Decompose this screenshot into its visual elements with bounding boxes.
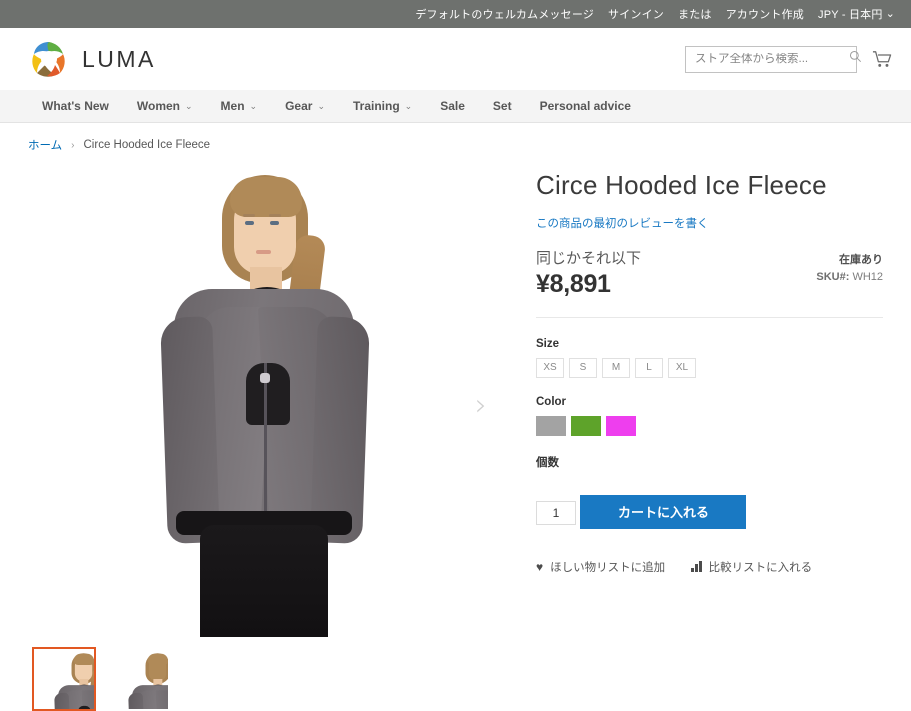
bar-chart-icon: [691, 561, 702, 573]
sku-label: SKU#:: [816, 270, 850, 283]
product-info: Circe Hooded Ice Fleece この商品の最初のレビューを書く …: [526, 167, 883, 711]
welcome-message: デフォルトのウェルカムメッセージ: [415, 9, 594, 21]
nav-item-training[interactable]: Training ⌄: [339, 90, 426, 123]
nav-item-personal-advice[interactable]: Personal advice: [526, 90, 645, 123]
nav-label: Men: [220, 99, 245, 113]
sku-value: WH12: [852, 270, 883, 283]
nav-label: Personal advice: [539, 99, 631, 113]
add-to-cart-button[interactable]: カートに入れる: [580, 494, 747, 529]
breadcrumb-home-link[interactable]: ホーム: [28, 137, 62, 153]
breadcrumb-divider: ›: [71, 139, 75, 151]
availability-block: 在庫あり SKU#: WH12: [816, 247, 883, 283]
size-option-l[interactable]: L: [635, 357, 663, 378]
size-swatch-group: XS S M L XL: [536, 357, 883, 378]
product-page-main: › Circe Hooded Ice Fleece この商品の最初のレビューを書…: [0, 153, 911, 711]
nav-item-women[interactable]: Women ⌄: [123, 90, 207, 123]
header-actions: [685, 45, 895, 73]
currency-switcher[interactable]: JPY - 日本円 ⌄: [818, 6, 895, 22]
nav-item-sale[interactable]: Sale: [426, 90, 479, 123]
nav-label: Women: [136, 99, 180, 113]
secondary-actions: ♥ ほしい物リストに追加 比較リストに入れる: [536, 559, 883, 575]
nav-label: Training: [353, 99, 400, 113]
price-label: 同じかそれ以下: [536, 249, 642, 267]
create-account-link[interactable]: アカウント作成: [726, 6, 804, 22]
product-photo-model: [138, 167, 388, 637]
size-option-m[interactable]: M: [602, 357, 630, 378]
nav-label: What's New: [42, 99, 109, 113]
color-option-gray[interactable]: [536, 415, 566, 436]
price-row: 同じかそれ以下 ¥8,891 在庫あり SKU#: WH12: [536, 247, 883, 299]
add-to-wishlist-link[interactable]: ♥ ほしい物リストに追加: [536, 559, 665, 575]
quantity-input[interactable]: [536, 501, 576, 526]
product-gallery: ›: [28, 167, 526, 711]
size-option-s[interactable]: S: [569, 357, 597, 378]
search-icon[interactable]: [849, 50, 862, 68]
nav-item-gear[interactable]: Gear ⌄: [271, 90, 339, 123]
sign-in-link[interactable]: サインイン: [608, 6, 664, 22]
color-label: Color: [536, 395, 567, 408]
or-text: または: [678, 9, 712, 21]
size-option-xl[interactable]: XL: [668, 357, 696, 378]
thumbnail-front[interactable]: [32, 647, 96, 711]
chevron-down-icon: ⌄: [885, 8, 895, 20]
write-review-link[interactable]: この商品の最初のレビューを書く: [536, 215, 709, 231]
size-label: Size: [536, 337, 560, 350]
compare-label: 比較リストに入れる: [708, 561, 813, 574]
chevron-down-icon: ⌄: [404, 100, 413, 111]
quantity-label: 個数: [536, 456, 559, 469]
price-block: 同じかそれ以下 ¥8,891: [536, 247, 641, 299]
product-main-image[interactable]: ›: [28, 167, 498, 637]
breadcrumb-current: Circe Hooded Ice Fleece: [83, 139, 211, 151]
nav-item-whats-new[interactable]: What's New: [28, 90, 123, 123]
thumbnail-list: [28, 647, 526, 711]
currency-label: JPY - 日本円: [818, 9, 883, 21]
size-option-xs[interactable]: XS: [536, 357, 564, 378]
site-header: LUMA: [0, 28, 911, 90]
shopping-cart-icon[interactable]: [869, 46, 895, 72]
chevron-down-icon: ⌄: [317, 100, 325, 111]
color-option-green[interactable]: [571, 415, 601, 436]
search-input[interactable]: [695, 53, 849, 65]
chevron-down-icon: ⌄: [185, 100, 193, 111]
top-utility-bar: デフォルトのウェルカムメッセージ サインイン または アカウント作成 JPY -…: [0, 0, 911, 28]
nav-item-men[interactable]: Men ⌄: [207, 90, 272, 123]
add-to-compare-link[interactable]: 比較リストに入れる: [691, 559, 812, 575]
nav-label: Set: [492, 99, 512, 113]
breadcrumb: ホーム › Circe Hooded Ice Fleece: [0, 123, 911, 153]
color-swatch-group: [536, 415, 883, 436]
logo-link[interactable]: LUMA: [28, 38, 156, 80]
color-option-magenta[interactable]: [606, 415, 636, 436]
main-navigation: What's New Women ⌄ Men ⌄ Gear ⌄ Training…: [0, 90, 911, 123]
product-price: ¥8,891: [536, 269, 611, 298]
section-divider: [536, 316, 883, 318]
sku-row: SKU#: WH12: [816, 271, 883, 283]
logo-text: LUMA: [82, 45, 156, 72]
nav-label: Sale: [440, 99, 465, 113]
nav-label: Gear: [285, 99, 313, 113]
chevron-down-icon: ⌄: [249, 100, 258, 111]
wishlist-label: ほしい物リストに追加: [550, 561, 666, 574]
heart-icon: ♥: [536, 559, 544, 574]
nav-item-set[interactable]: Set: [479, 90, 526, 123]
next-image-arrow-icon[interactable]: ›: [468, 385, 494, 425]
luma-ring-logo-icon: [28, 38, 70, 80]
thumbnail-back[interactable]: [106, 647, 170, 711]
page-title: Circe Hooded Ice Fleece: [536, 170, 827, 200]
status-badge: 在庫あり: [839, 253, 883, 266]
search-box[interactable]: [685, 45, 862, 73]
